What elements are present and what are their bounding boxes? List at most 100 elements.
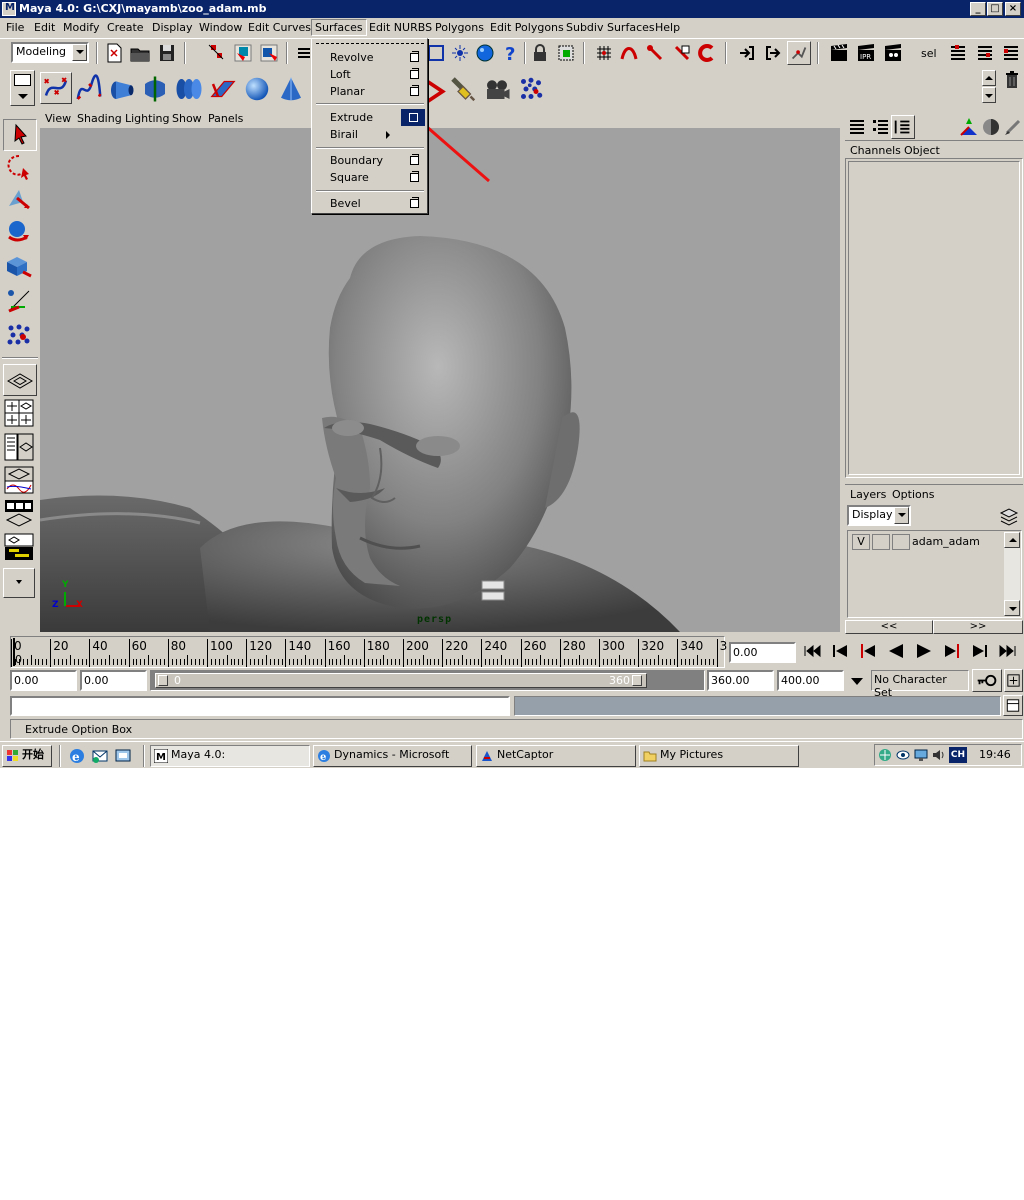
display-tray-icon[interactable] — [913, 747, 929, 763]
ipr-render-icon[interactable]: IPR — [854, 41, 878, 65]
taskbar-task-maya[interactable]: M Maya 4.0: G:\CXJ\mayam... — [150, 745, 310, 768]
make-live-icon[interactable] — [696, 41, 720, 65]
attribute-editor-toggle-icon[interactable] — [845, 115, 869, 139]
outlook-quicklaunch-icon[interactable] — [91, 747, 109, 765]
option-box-icon[interactable] — [410, 85, 419, 96]
layer-name[interactable]: adam_adam — [912, 535, 980, 548]
snap-to-curves-icon[interactable] — [617, 41, 641, 65]
auto-key-button[interactable] — [972, 669, 1002, 692]
range-start-handle[interactable] — [158, 675, 168, 686]
last-tool-used-icon[interactable] — [3, 320, 37, 352]
render-current-frame-icon[interactable] — [827, 41, 851, 65]
layer-nav-left-button[interactable]: << — [845, 620, 933, 634]
layer-row[interactable]: V adam_adam — [850, 533, 1002, 551]
extrude-icon[interactable] — [208, 74, 240, 104]
shading-sphere-icon[interactable] — [979, 115, 1003, 139]
menu-item-planar[interactable]: Planar — [313, 83, 426, 100]
options-menu[interactable]: Options — [892, 488, 934, 501]
help-icon[interactable]: ? — [499, 41, 523, 65]
menu-edit[interactable]: Edit — [34, 21, 55, 34]
show-tool-settings-icon[interactable] — [973, 41, 997, 65]
show-desktop-icon[interactable] — [114, 747, 132, 765]
menu-item-birail[interactable]: Birail — [313, 126, 426, 143]
menu-item-extrude[interactable]: Extrude — [313, 109, 426, 126]
character-set-menu-button[interactable] — [846, 670, 870, 691]
manipulator-tool-icon[interactable] — [3, 285, 37, 317]
step-back-key-icon[interactable] — [827, 640, 853, 662]
snap-to-grids-icon[interactable] — [592, 41, 616, 65]
range-end-handle[interactable] — [632, 675, 642, 686]
menu-item-bevel[interactable]: Bevel — [313, 195, 426, 212]
step-forward-frame-icon[interactable] — [939, 640, 965, 662]
ep-curve-tool-icon[interactable] — [74, 74, 106, 104]
play-backwards-icon[interactable] — [883, 640, 909, 662]
end-time-field[interactable]: 400.00 — [777, 670, 844, 691]
layer-mode-selector[interactable]: Display — [847, 505, 911, 526]
select-by-hierarchy-icon[interactable] — [205, 41, 229, 65]
menu-surfaces[interactable]: Surfaces — [311, 19, 367, 36]
layer-nav-right-button[interactable]: >> — [933, 620, 1023, 634]
taskbar-task-my-pictures[interactable]: My Pictures — [639, 745, 799, 767]
layout-options-button[interactable] — [3, 568, 35, 598]
layer-scrollbar[interactable] — [1004, 532, 1020, 616]
menu-window[interactable]: Window — [199, 21, 242, 34]
option-box-highlight[interactable] — [401, 109, 425, 126]
start-time-field[interactable]: 0.00 — [10, 670, 77, 691]
menu-item-loft[interactable]: Loft — [313, 66, 426, 83]
start-button[interactable]: 开始 — [2, 745, 52, 767]
character-set-field[interactable]: No Character Set — [871, 670, 969, 699]
menu-display[interactable]: Display — [152, 21, 193, 34]
hypershade-persp-layout-icon[interactable] — [3, 498, 37, 530]
volume-tray-icon[interactable] — [931, 747, 947, 763]
layer-visibility-toggle[interactable]: V — [852, 534, 870, 550]
scale-tool-icon[interactable] — [3, 250, 37, 282]
play-forwards-icon[interactable] — [911, 640, 937, 662]
highlight-selection-icon[interactable] — [554, 41, 578, 65]
nurbs-sphere-icon[interactable] — [242, 74, 274, 104]
menu-edit-polygons[interactable]: Edit Polygons — [490, 21, 564, 34]
shelf-scroll-down-button[interactable] — [982, 87, 996, 103]
ie-quicklaunch-icon[interactable]: e — [68, 747, 86, 765]
panel-menu-shading[interactable]: Shading — [77, 112, 122, 125]
trash-icon[interactable] — [1000, 68, 1024, 92]
paint-brush-icon[interactable] — [1001, 115, 1024, 139]
revolve-icon[interactable] — [106, 74, 138, 104]
menu-item-square[interactable]: Square — [313, 169, 426, 186]
maximize-button[interactable]: □ — [987, 2, 1003, 16]
single-perspective-layout-icon[interactable] — [3, 364, 37, 396]
menu-file[interactable]: File — [6, 21, 24, 34]
perspective-viewport[interactable]: Y Z X persp — [40, 128, 840, 632]
select-deformers-mask-icon[interactable] — [448, 41, 472, 65]
snap-to-view-planes-icon[interactable] — [670, 41, 694, 65]
go-to-start-icon[interactable] — [799, 640, 825, 662]
sel-label[interactable]: sel — [921, 47, 937, 60]
tear-off-line[interactable] — [316, 43, 424, 46]
playback-end-field[interactable]: 360.00 — [707, 670, 774, 691]
modeling-toolkit-icon[interactable] — [957, 115, 981, 139]
loft-icon[interactable] — [140, 74, 172, 104]
output-connections-icon[interactable] — [761, 41, 785, 65]
panel-menu-panels[interactable]: Panels — [208, 112, 243, 125]
animation-preferences-button[interactable] — [1004, 669, 1023, 692]
select-tool-icon[interactable] — [3, 119, 37, 151]
particle-tool-icon[interactable] — [516, 74, 548, 104]
panel-menu-show[interactable]: Show — [172, 112, 202, 125]
network-tray-icon[interactable] — [877, 747, 893, 763]
menu-item-boundary[interactable]: Boundary — [313, 152, 426, 169]
persp-outliner-layout-icon[interactable] — [3, 432, 37, 464]
channel-box-toggle-icon[interactable] — [891, 115, 915, 139]
panel-menu-view[interactable]: View — [45, 112, 71, 125]
step-back-frame-icon[interactable] — [855, 640, 881, 662]
input-connections-icon[interactable] — [735, 41, 759, 65]
minimize-button[interactable]: _ — [970, 2, 986, 16]
tool-settings-toggle-icon[interactable] — [869, 115, 893, 139]
menu-modify[interactable]: Modify — [63, 21, 99, 34]
create-new-layer-icon[interactable] — [997, 503, 1021, 527]
construction-history-icon[interactable] — [787, 41, 811, 65]
new-scene-icon[interactable] — [102, 41, 126, 65]
move-tool-icon[interactable] — [3, 184, 37, 216]
shelf-menu-button[interactable] — [10, 70, 35, 106]
save-scene-icon[interactable] — [155, 41, 179, 65]
planar-icon[interactable] — [174, 74, 206, 104]
object-menu[interactable]: Object — [904, 144, 940, 157]
